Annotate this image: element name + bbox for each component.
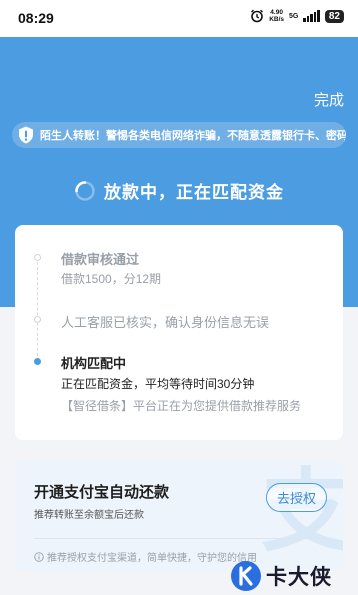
timeline-dot-completed [34, 254, 41, 261]
step-note: 【智径借条】平台正在为您提供借款推荐服务 [61, 399, 302, 413]
alipay-autopay-card: 支 开通支付宝自动还款 推荐转账至余额宝后还款 去授权 推荐授权支付宝渠道，简单… [15, 461, 343, 571]
shield-alert-icon [19, 126, 33, 144]
step-subtitle: 借款1500，分12期 [61, 272, 162, 286]
brand-name: 卡大侠 [266, 566, 332, 589]
loan-status: 放款中，正在匹配资金 [0, 178, 358, 203]
status-time: 08:29 [18, 10, 54, 26]
brand-logo-icon [231, 561, 261, 591]
status-bar: 08:29 4.90 KB/s 5G 82 [0, 0, 358, 37]
signal-icon [303, 10, 320, 22]
timeline-dot-completed [34, 316, 41, 323]
alipay-tip: 推荐授权支付宝渠道，简单快捷，守护您的信用 [34, 549, 257, 564]
alipay-title: 开通支付宝自动还款 [34, 484, 170, 501]
battery-level: 82 [324, 9, 344, 23]
alarm-icon [251, 9, 264, 23]
step-title: 借款审核通过 [61, 252, 140, 267]
info-icon [34, 551, 44, 562]
step-title: 机构匹配中 [61, 356, 127, 371]
authorize-button[interactable]: 去授权 [266, 483, 327, 512]
alipay-subtitle: 推荐转账至余额宝后还款 [34, 510, 144, 521]
network-speed: 4.90 KB/s [269, 9, 285, 23]
fraud-notice-banner: 陌生人转账！警惕各类电信网络诈骗，不随意透露银行卡、密码 [12, 122, 346, 148]
timeline-connector [37, 257, 38, 361]
status-icons: 4.90 KB/s 5G 82 [250, 9, 344, 23]
loading-spinner-icon [75, 180, 95, 201]
step-subtitle: 正在匹配资金，平均等待时间30分钟 [61, 377, 255, 391]
alipay-watermark-icon: 支 [261, 462, 343, 562]
network-type: 5G [289, 12, 299, 20]
loan-status-text: 放款中，正在匹配资金 [104, 183, 284, 202]
brand-watermark: 卡大侠 [230, 560, 332, 592]
progress-card: 借款审核通过 借款1500，分12期 人工客服已核实，确认身份信息无误 机构匹配… [15, 225, 343, 440]
timeline-dot-active [34, 358, 41, 365]
divider [34, 538, 327, 539]
alipay-tip-text: 推荐授权支付宝渠道，简单快捷，守护您的信用 [47, 553, 257, 564]
step-title: 人工客服已核实，确认身份信息无误 [61, 315, 270, 330]
done-button[interactable]: 完成 [314, 89, 344, 110]
fraud-notice-text: 陌生人转账！警惕各类电信网络诈骗，不随意透露银行卡、密码 [40, 130, 346, 142]
